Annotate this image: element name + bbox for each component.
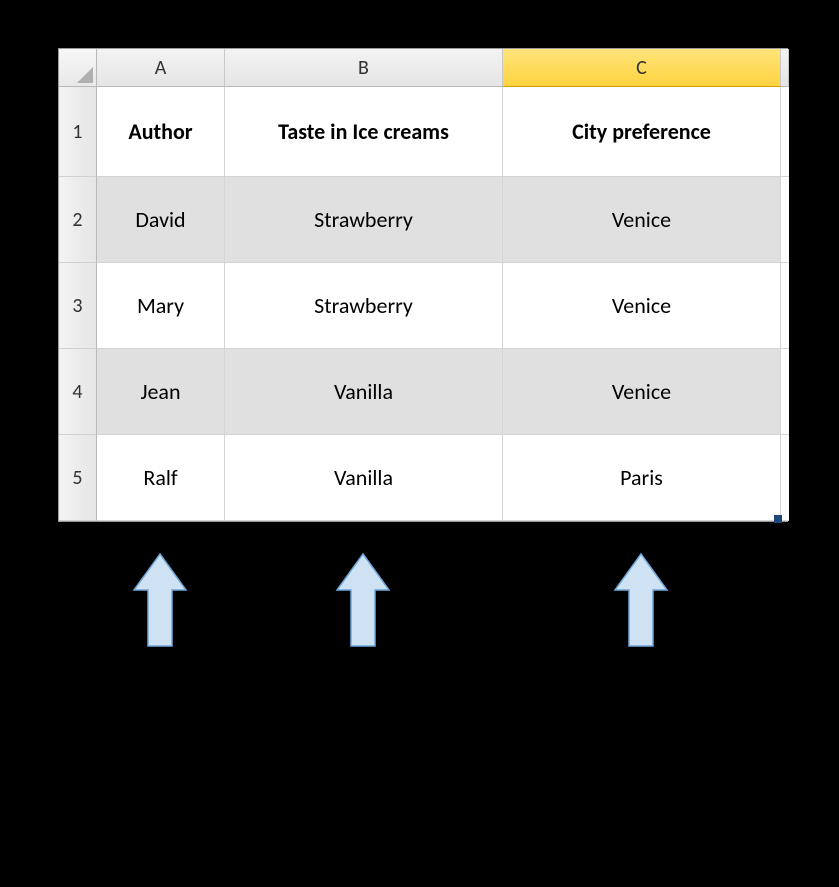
cell-a2[interactable]: David xyxy=(97,177,225,263)
col-header-b[interactable]: B xyxy=(225,49,503,87)
stub-2 xyxy=(781,177,789,263)
cell-b4[interactable]: Vanilla xyxy=(225,349,503,435)
stub-1 xyxy=(781,87,789,177)
cell-a4[interactable]: Jean xyxy=(97,349,225,435)
cell-b2[interactable]: Strawberry xyxy=(225,177,503,263)
cell-a5[interactable]: Ralf xyxy=(97,435,225,521)
cell-c5[interactable]: Paris xyxy=(503,435,781,521)
cell-a3[interactable]: Mary xyxy=(97,263,225,349)
arrow-up-icon xyxy=(335,552,391,650)
col-header-stub xyxy=(781,49,789,87)
cell-c2[interactable]: Venice xyxy=(503,177,781,263)
cell-c1[interactable]: City preference xyxy=(503,87,781,177)
row-header-5[interactable]: 5 xyxy=(59,435,97,521)
cell-b3[interactable]: Strawberry xyxy=(225,263,503,349)
row-header-4[interactable]: 4 xyxy=(59,349,97,435)
col-header-a[interactable]: A xyxy=(97,49,225,87)
cell-a1[interactable]: Author xyxy=(97,87,225,177)
grid: A B C 1 Author Taste in Ice creams City … xyxy=(59,49,787,521)
cell-c5-text: Paris xyxy=(620,464,663,491)
stub-3 xyxy=(781,263,789,349)
arrow-up-icon xyxy=(132,552,188,650)
cell-c4[interactable]: Venice xyxy=(503,349,781,435)
cell-b5[interactable]: Vanilla xyxy=(225,435,503,521)
cell-c3[interactable]: Venice xyxy=(503,263,781,349)
stub-5 xyxy=(781,435,789,521)
select-all-corner[interactable] xyxy=(59,49,97,87)
col-header-c[interactable]: C xyxy=(503,49,781,87)
stub-4 xyxy=(781,349,789,435)
arrow-row xyxy=(58,552,788,650)
fill-handle-icon[interactable] xyxy=(774,515,782,523)
arrow-up-icon xyxy=(613,552,669,650)
row-header-1[interactable]: 1 xyxy=(59,87,97,177)
row-header-3[interactable]: 3 xyxy=(59,263,97,349)
row-header-2[interactable]: 2 xyxy=(59,177,97,263)
cell-b1[interactable]: Taste in Ice creams xyxy=(225,87,503,177)
spreadsheet: A B C 1 Author Taste in Ice creams City … xyxy=(58,48,788,522)
